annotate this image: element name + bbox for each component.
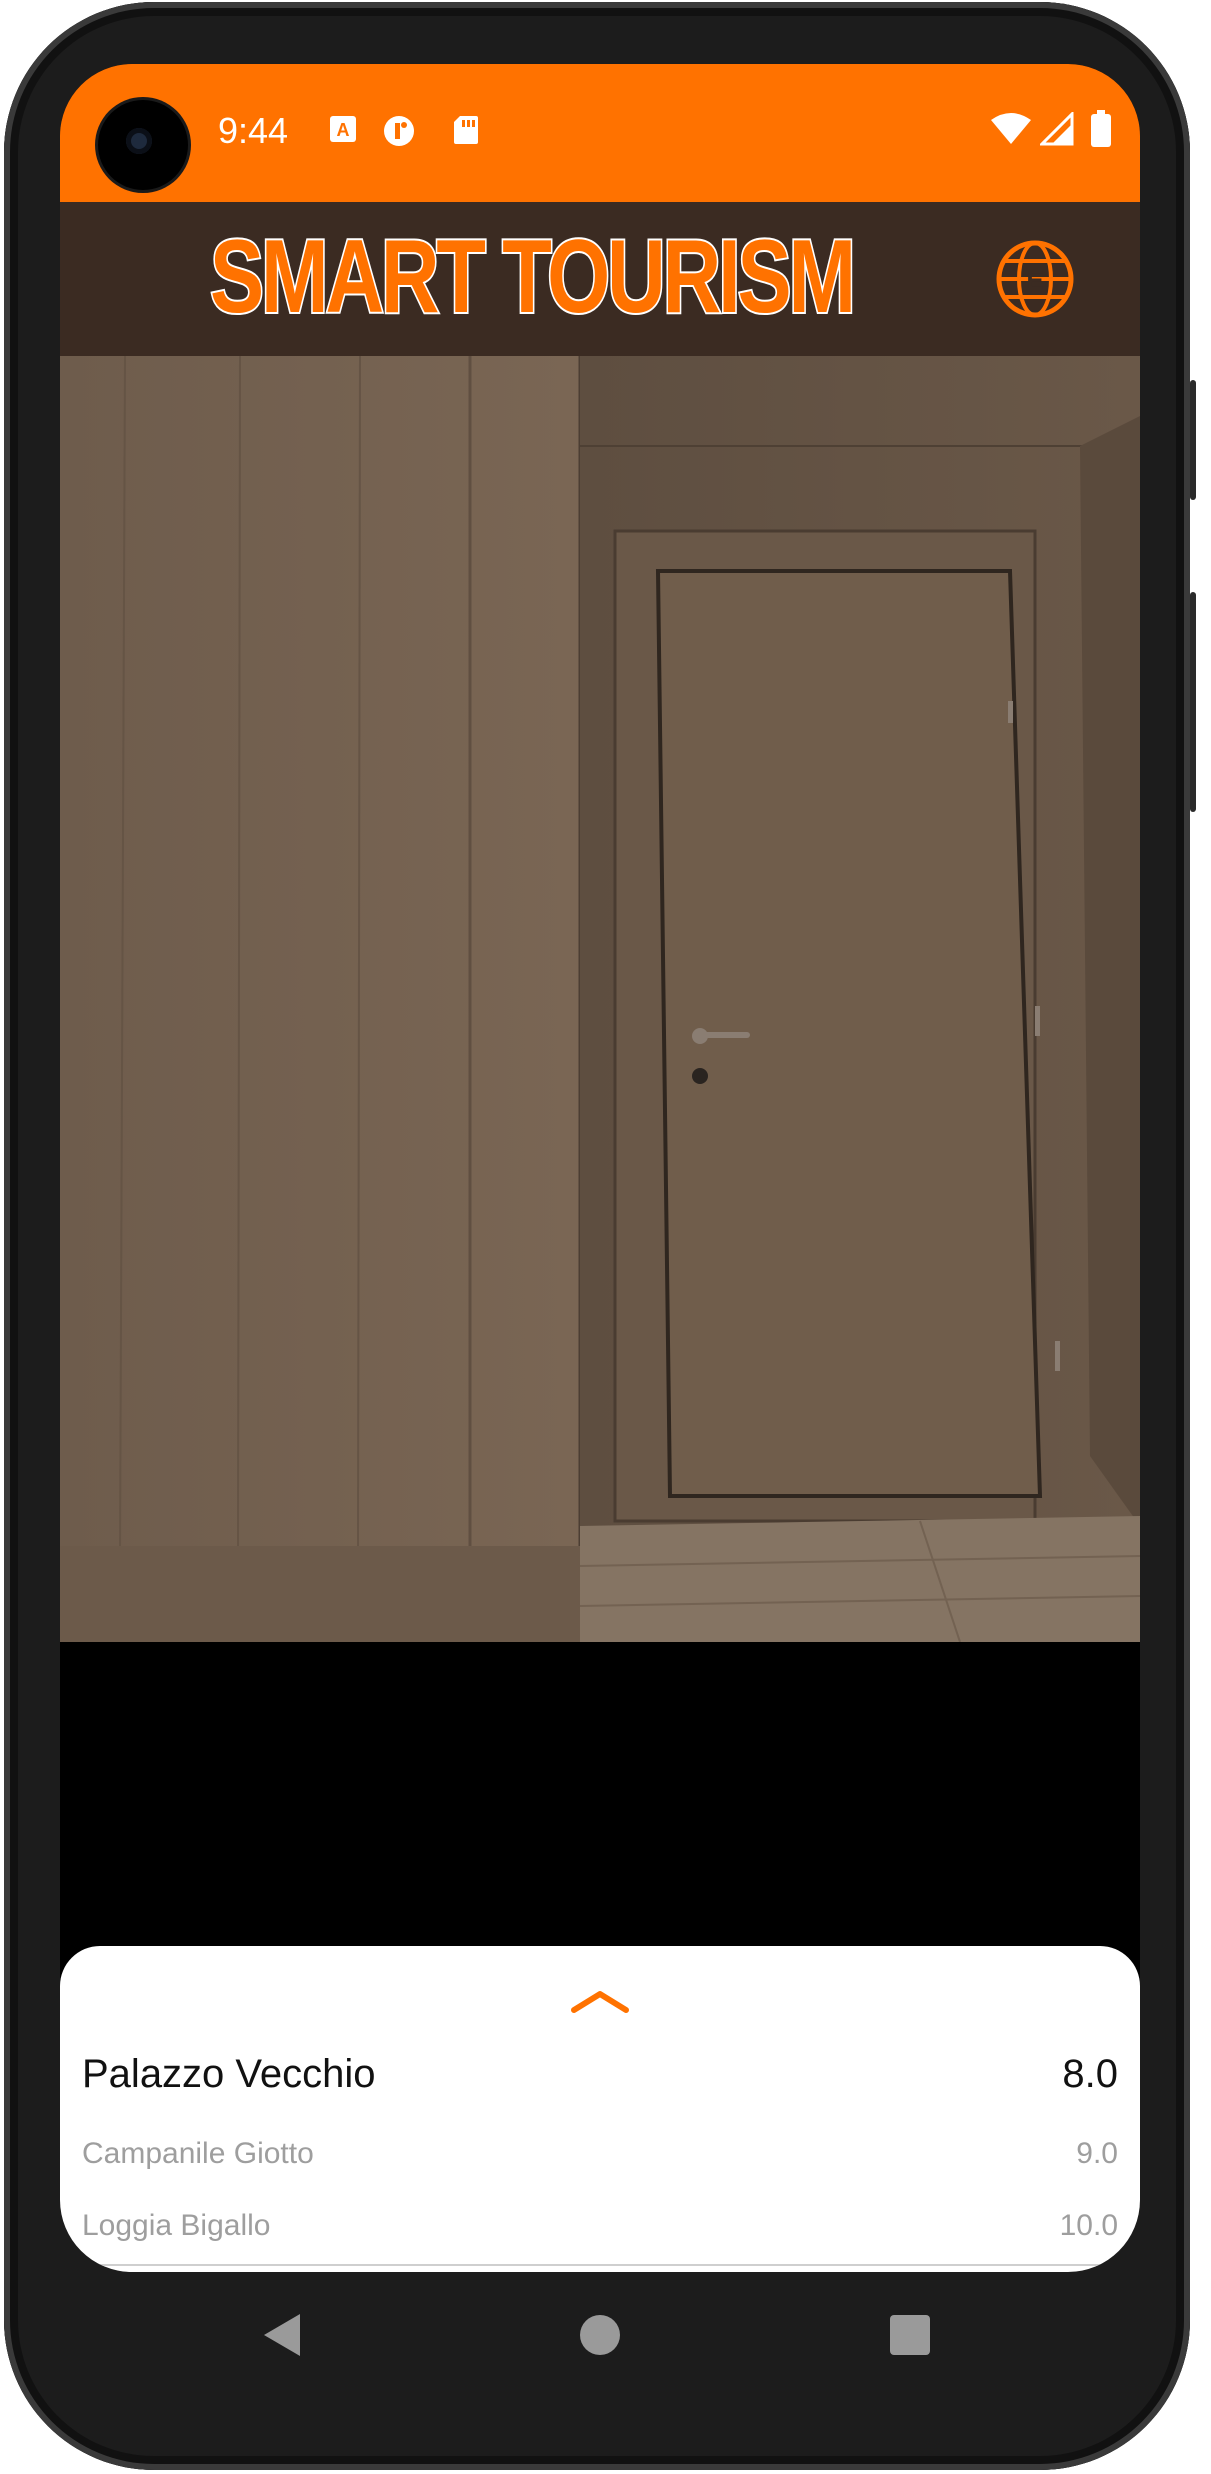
back-triangle-icon[interactable]	[260, 2312, 304, 2358]
results-sheet[interactable]: Palazzo Vecchio 8.0 Campanile Giotto 9.0…	[60, 1946, 1140, 2272]
sd-card-icon	[452, 114, 480, 153]
power-button	[1190, 380, 1196, 500]
globe-icon[interactable]: E	[995, 239, 1075, 319]
result-name: Loggia Bigallo	[82, 2209, 271, 2242]
home-circle-icon[interactable]	[580, 2315, 620, 2355]
result-row-top[interactable]: Palazzo Vecchio 8.0	[82, 2044, 1118, 2104]
result-name: Campanile Giotto	[82, 2137, 314, 2170]
signal-icon	[1038, 110, 1074, 153]
result-score: 9.0	[1076, 2137, 1118, 2170]
screen: 9:44 A SMART TOURISM E Palazzo Vecchio 8…	[60, 64, 1140, 2272]
chevron-up-icon[interactable]	[568, 1986, 632, 2016]
result-name: Palazzo Vecchio	[82, 2051, 376, 2096]
front-camera	[98, 100, 188, 190]
status-time: 9:44	[218, 110, 289, 151]
wifi-icon	[990, 112, 1032, 153]
result-row[interactable]: Loggia Bigallo 10.0	[82, 2204, 1118, 2248]
app-logo: SMART TOURISM	[208, 219, 857, 335]
result-score: 8.0	[1062, 2051, 1118, 2096]
volume-button	[1190, 592, 1196, 812]
app-header: SMART TOURISM E	[60, 202, 1140, 356]
status-bar: 9:44 A	[60, 64, 1140, 202]
recents-square-icon[interactable]	[890, 2315, 930, 2355]
result-score: 10.0	[1059, 2209, 1118, 2242]
font-icon: A	[328, 114, 358, 151]
camera-preview	[60, 356, 1140, 1642]
divider	[82, 2264, 1118, 2266]
battery-icon	[1090, 110, 1112, 155]
info-circle-icon	[382, 114, 416, 155]
navigation-bar	[60, 2272, 1140, 2412]
svg-text:A: A	[337, 120, 350, 140]
result-row[interactable]: Campanile Giotto 9.0	[82, 2132, 1118, 2176]
svg-text:E: E	[1026, 265, 1043, 295]
